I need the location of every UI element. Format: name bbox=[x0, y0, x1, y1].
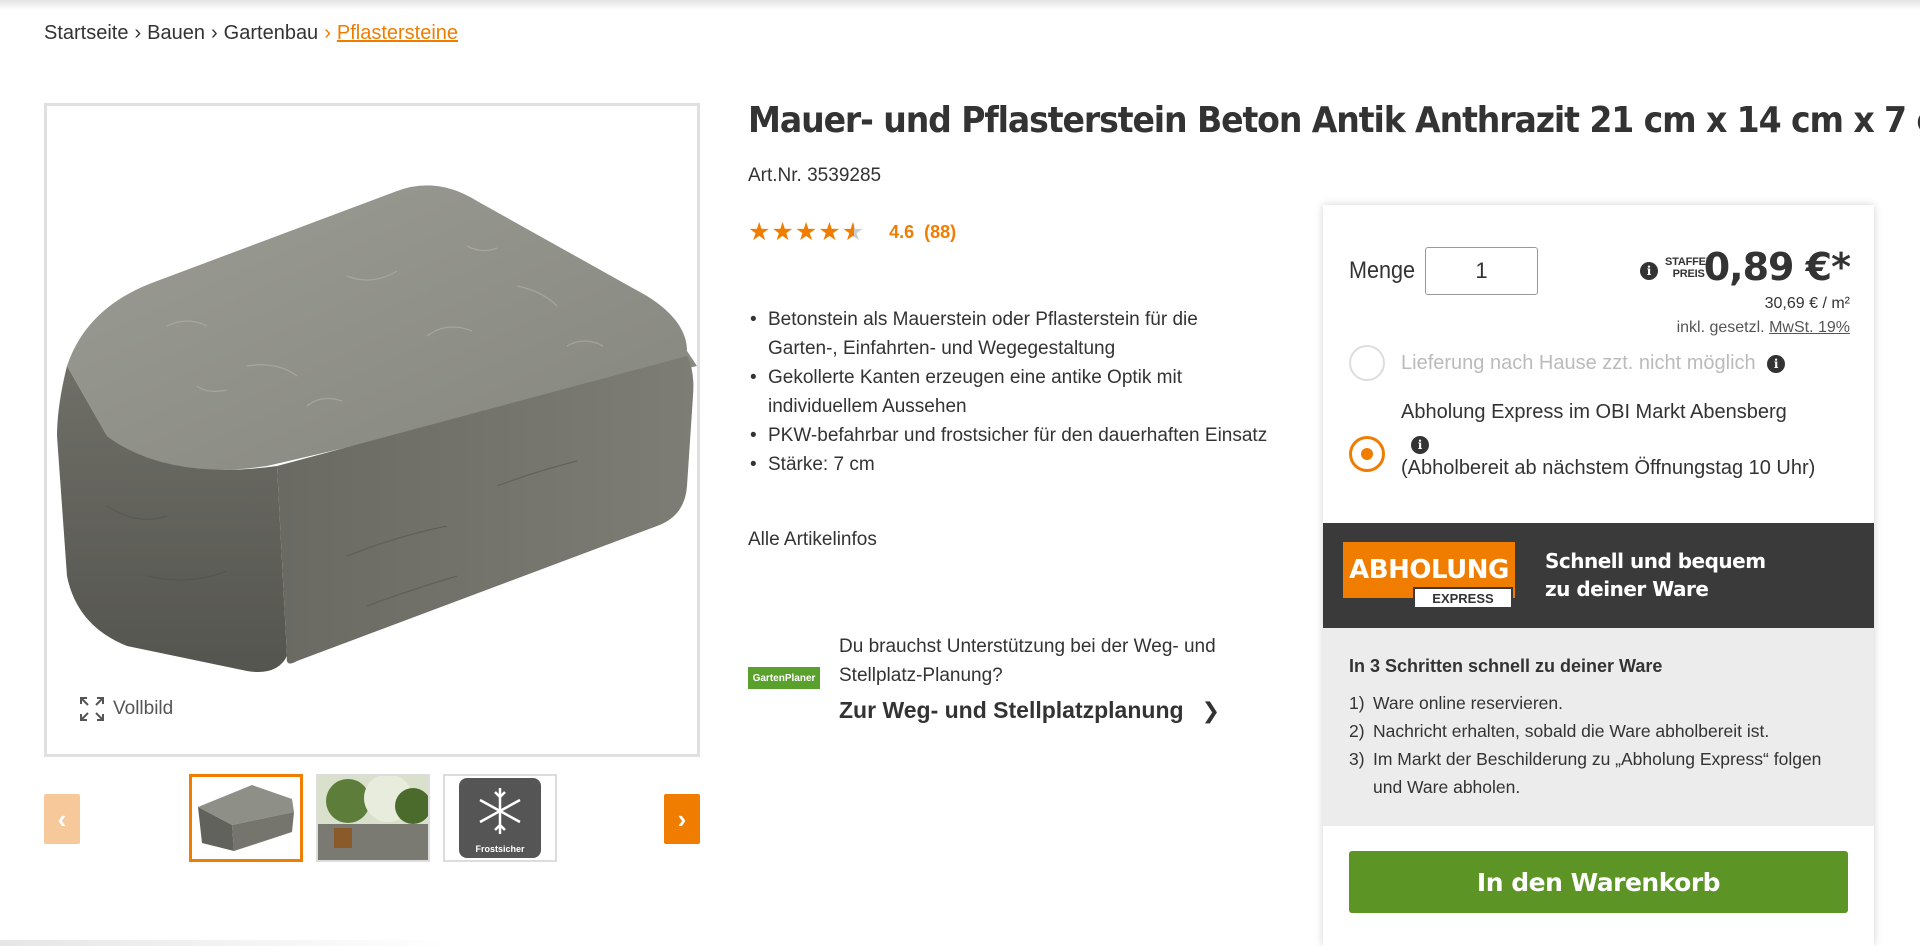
buy-box: Menge i STAFFEL PREIS 0,89 €* 30,69 € / … bbox=[1323, 205, 1874, 946]
pickup-option-text: Abholung Express im OBI Markt Abensberg … bbox=[1401, 398, 1851, 482]
step-text: Ware online reservieren. bbox=[1373, 693, 1563, 713]
gartenplaner-logo: GartenPlaner bbox=[748, 667, 820, 689]
product-price: 0,89 €* bbox=[1703, 245, 1851, 289]
step-text: Im Markt der Beschilderung zu „Abholung … bbox=[1373, 749, 1822, 797]
breadcrumb: Startseite › Bauen › Gartenbau › Pflaste… bbox=[44, 22, 458, 45]
step-item: 1) Ware online reservieren. bbox=[1349, 689, 1848, 717]
step-number: 2) bbox=[1349, 721, 1365, 741]
steps-list: 1) Ware online reservieren. 2) Nachricht e… bbox=[1349, 689, 1848, 801]
star-icon: ★ bbox=[818, 218, 841, 246]
step-item: 3) Im Markt der Beschilderung zu „Abholun… bbox=[1349, 745, 1848, 801]
feature-item: Stärke: 7 cm bbox=[748, 450, 1268, 479]
pickup-steps: In 3 Schritten schnell zu deiner Ware 1)… bbox=[1323, 628, 1874, 826]
vat-prefix: inkl. gesetzl. bbox=[1676, 319, 1765, 336]
rating-score: 4.6 bbox=[889, 222, 915, 242]
quantity-input[interactable] bbox=[1425, 247, 1538, 295]
banner-line1: Schnell und bequem bbox=[1545, 549, 1766, 573]
bottom-shadow bbox=[0, 940, 450, 946]
planer-link[interactable]: Zur Weg- und Stellplatzplanung ❯ bbox=[839, 697, 1220, 724]
article-number: Art.Nr. 3539285 bbox=[748, 165, 882, 186]
banner-line2: zu deiner Ware bbox=[1545, 577, 1709, 601]
unit-price: 30,69 € / m² bbox=[1764, 295, 1850, 312]
feature-item: Betonstein als Mauerstein oder Pflasters… bbox=[748, 305, 1268, 363]
product-rating[interactable]: ★ ★ ★ ★ ★ 4.6 (88) bbox=[748, 220, 956, 245]
info-icon[interactable]: i bbox=[1411, 436, 1429, 454]
breadcrumb-gartenbau[interactable]: Gartenbau bbox=[224, 22, 319, 45]
banner-text: Schnell und bequem zu deiner Ware bbox=[1545, 547, 1766, 603]
breadcrumb-pflastersteine[interactable]: Pflastersteine bbox=[337, 22, 458, 45]
vat-link[interactable]: MwSt. 19% bbox=[1769, 319, 1850, 336]
info-icon[interactable]: i bbox=[1640, 262, 1658, 280]
pickup-option-label: Abholung Express im OBI Markt Abensberg bbox=[1401, 401, 1787, 423]
breadcrumb-separator: › bbox=[324, 22, 331, 44]
top-shadow bbox=[0, 0, 1920, 10]
thumbnail-frost[interactable]: Frostsicher bbox=[443, 774, 557, 862]
pickup-info-row: i bbox=[1401, 426, 1851, 454]
all-article-info-link[interactable]: Alle Artikelinfos bbox=[748, 529, 877, 551]
quantity-label: Menge bbox=[1349, 257, 1416, 284]
fullscreen-button[interactable]: Vollbild bbox=[79, 696, 173, 722]
paving-stone-image bbox=[57, 185, 697, 672]
star-half-icon: ★ bbox=[841, 218, 865, 246]
feature-item: PKW-befahrbar und frostsicher für den da… bbox=[748, 421, 1268, 450]
feature-item: Gekollerte Kanten erzeugen eine antike O… bbox=[748, 363, 1268, 421]
steps-title: In 3 Schritten schnell zu deiner Ware bbox=[1349, 656, 1663, 676]
rating-stars: ★ ★ ★ ★ ★ bbox=[748, 220, 865, 245]
star-icon: ★ bbox=[771, 218, 794, 246]
pickup-note: (Abholbereit ab nächstem Öffnungstag 10 … bbox=[1401, 457, 1816, 479]
pickup-radio[interactable] bbox=[1349, 436, 1385, 472]
step-number: 3) bbox=[1349, 749, 1365, 769]
thumbnail-stone[interactable] bbox=[189, 774, 303, 862]
delivery-option-text: Lieferung nach Hause zzt. nicht möglich … bbox=[1401, 349, 1786, 377]
breadcrumb-separator: › bbox=[211, 22, 218, 44]
frost-label: Frostsicher bbox=[475, 844, 525, 854]
feature-list: Betonstein als Mauerstein oder Pflasters… bbox=[748, 305, 1268, 479]
product-image-main[interactable]: Vollbild bbox=[44, 103, 700, 757]
gallery-next-button[interactable]: › bbox=[664, 794, 700, 844]
express-tag: EXPRESS bbox=[1413, 587, 1513, 609]
info-icon[interactable]: i bbox=[1767, 355, 1786, 373]
expand-icon bbox=[80, 697, 104, 721]
product-title: Mauer- und Pflasterstein Beton Antik Ant… bbox=[748, 100, 1920, 141]
gallery-prev-button[interactable]: ‹ bbox=[44, 794, 80, 844]
vat-note: inkl. gesetzl. MwSt. 19% bbox=[1677, 319, 1850, 337]
breadcrumb-startseite[interactable]: Startseite bbox=[44, 22, 128, 45]
stone-thumb-image bbox=[198, 785, 294, 851]
step-text: Nachricht erhalten, sobald die Ware abho… bbox=[1373, 721, 1770, 741]
step-item: 2) Nachricht erhalten, sobald die Ware ab… bbox=[1349, 717, 1848, 745]
abholung-express-banner: ABHOLUNG EXPRESS Schnell und bequem zu d… bbox=[1323, 523, 1874, 628]
delivery-option-label: Lieferung nach Hause zzt. nicht möglich bbox=[1401, 352, 1756, 374]
star-icon: ★ bbox=[794, 218, 818, 246]
delivery-radio[interactable] bbox=[1349, 345, 1385, 381]
fullscreen-label: Vollbild bbox=[113, 698, 174, 719]
add-to-cart-button[interactable]: In den Warenkorb bbox=[1349, 851, 1848, 913]
breadcrumb-bauen[interactable]: Bauen bbox=[147, 22, 205, 45]
planer-question: Du brauchst Unterstützung bei der Weg- u… bbox=[839, 636, 1216, 686]
breadcrumb-separator: › bbox=[134, 22, 142, 44]
chevron-right-icon: ❯ bbox=[1201, 697, 1220, 723]
star-icon: ★ bbox=[748, 218, 771, 246]
rating-count[interactable]: (88) bbox=[924, 222, 956, 243]
step-number: 1) bbox=[1349, 693, 1365, 713]
planer-link-label: Zur Weg- und Stellplatzplanung bbox=[839, 697, 1184, 723]
garden-thumb-image bbox=[318, 776, 428, 860]
thumbnail-garden[interactable] bbox=[316, 774, 430, 862]
